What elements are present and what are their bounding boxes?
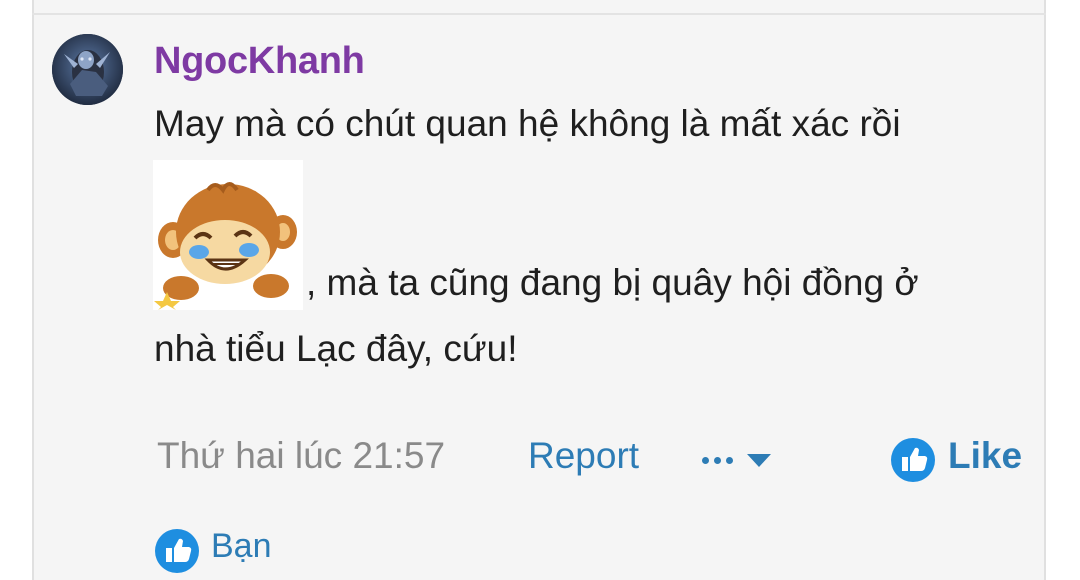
more-options-button[interactable] <box>702 447 782 473</box>
report-link[interactable]: Report <box>528 435 639 477</box>
message-text-line-3: nhà tiểu Lạc đây, cứu! <box>154 328 518 369</box>
more-options-icon <box>702 456 709 464</box>
chevron-down-icon <box>747 453 771 467</box>
like-button[interactable]: Like <box>948 435 1022 477</box>
message-text-line-2: , mà ta cũng đang bị quây hội đồng ở <box>306 262 919 303</box>
thumbs-up-icon <box>154 528 200 574</box>
crying-monkey-emoji <box>153 160 303 310</box>
thumbs-up-icon[interactable] <box>890 437 936 483</box>
username-link[interactable]: NgocKhanh <box>154 40 365 83</box>
reaction-list-link[interactable]: Bạn <box>211 527 272 566</box>
more-dot <box>726 456 733 464</box>
post-timestamp[interactable]: Thứ hai lúc 21:57 <box>157 435 445 477</box>
message-text-line-1: May mà có chút quan hệ không là mất xác … <box>154 103 901 144</box>
divider <box>32 13 1046 15</box>
avatar[interactable] <box>52 34 123 105</box>
more-dot <box>714 456 721 464</box>
